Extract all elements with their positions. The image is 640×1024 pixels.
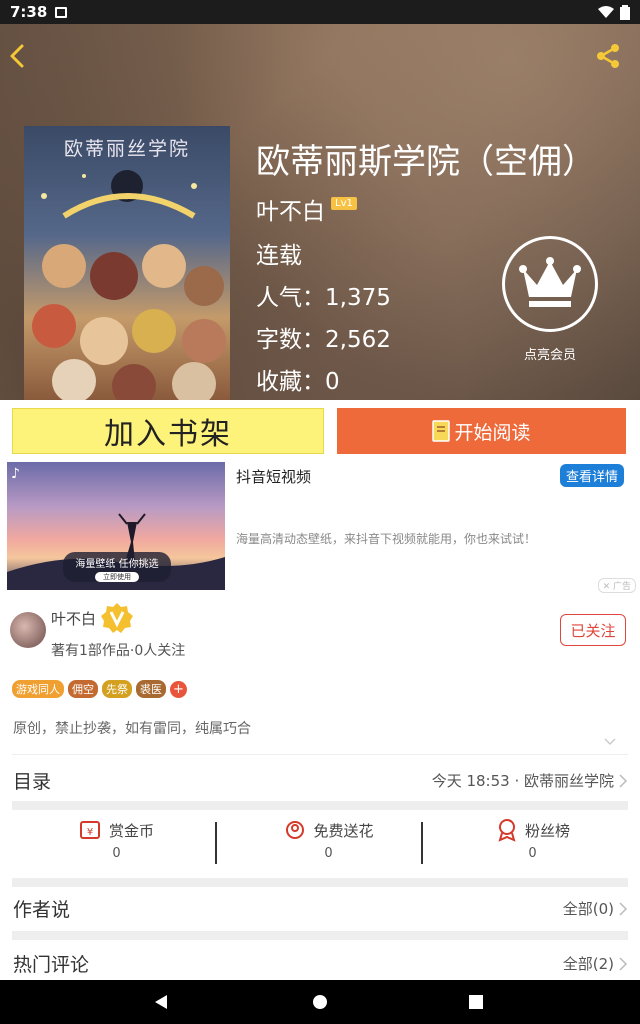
author-works: 著有1部作品·0人关注 [51, 643, 186, 659]
wifi-icon [598, 5, 614, 18]
start-reading-label: 开始阅读 [454, 421, 531, 444]
book-icon [432, 420, 451, 442]
ad-detail-button[interactable]: 查看详情 [559, 464, 624, 487]
ad-banner[interactable]: ♪ 海量壁纸 任你挑选 立即使用 抖音短视频 查看详情 海量高清动态壁纸，来抖音… [0, 462, 640, 596]
stats-bar: ¥ 赏金币 0 免费送花 0 粉丝榜 0 [0, 810, 640, 878]
stat-label: 免费送花 [313, 821, 374, 840]
book-title: 欧蒂丽斯学院（空佣） [256, 142, 596, 182]
crown-icon [519, 257, 581, 307]
back-icon[interactable] [6, 42, 30, 70]
author-says-all[interactable]: 全部(0) [563, 898, 628, 919]
hot-comments-row[interactable]: 热门评论 全部(2) [0, 940, 640, 980]
ad-overlay: 海量壁纸 任你挑选 立即使用 [63, 552, 171, 582]
flower-icon [286, 821, 305, 839]
hot-comments-label: 热门评论 [13, 954, 90, 976]
book-word-count: 字数：2,562 [256, 327, 391, 353]
reward-coin-button[interactable]: ¥ 赏金币 0 [10, 818, 223, 861]
status-icons [598, 4, 630, 20]
svg-text:¥: ¥ [87, 827, 93, 838]
hot-comments-count: 全部(2) [562, 955, 614, 973]
reward-coin-icon: ¥ [79, 821, 100, 839]
hot-comments-all[interactable]: 全部(2) [563, 953, 628, 974]
stat-label: 粉丝榜 [524, 821, 570, 840]
stat-separator [215, 822, 217, 864]
tag-item[interactable]: 裘医 [136, 680, 166, 698]
start-reading-button[interactable]: 开始阅读 [337, 408, 626, 454]
section-divider [12, 878, 628, 887]
section-divider [12, 801, 628, 810]
catalog-row[interactable]: 目录 今天 18:53 · 欧蒂丽丝学院 [0, 757, 640, 801]
vip-button[interactable]: 点亮会员 [500, 236, 600, 363]
book-cover[interactable]: 欧蒂丽丝学院 [24, 126, 230, 400]
stat-value: 0 [324, 846, 333, 861]
status-time: 7:38 [10, 3, 48, 21]
author-says-label: 作者说 [13, 899, 71, 921]
level-badge: Lv1 [331, 196, 357, 210]
ad-overlay-text: 海量壁纸 任你挑选 [75, 559, 159, 570]
ad-mark[interactable]: ✕ 广告 [597, 578, 636, 593]
chevron-right-icon [619, 773, 628, 788]
nav-back-icon[interactable] [153, 994, 169, 1010]
tag-item[interactable]: 佣空 [68, 680, 98, 698]
author-says-count: 全部(0) [562, 900, 614, 918]
vip-circle [502, 236, 598, 332]
book-popularity: 人气：1,375 [256, 285, 391, 311]
stat-separator [421, 822, 423, 864]
tag-list: 游戏同人 佣空 先祭 裘医 + [12, 680, 187, 698]
stat-value: 0 [112, 846, 121, 861]
book-description: 原创，禁止抄袭，如有雷同，纯属巧合 [13, 721, 251, 737]
verified-v-icon [101, 603, 133, 633]
send-flower-button[interactable]: 免费送花 0 [222, 818, 435, 861]
author-row[interactable]: 叶不白 Lv1 [256, 192, 357, 226]
add-to-shelf-button[interactable]: 加入书架 [12, 408, 324, 454]
battery-icon [620, 4, 630, 20]
catalog-label: 目录 [13, 771, 52, 793]
tag-item[interactable]: 游戏同人 [12, 680, 64, 698]
author-name-secondary[interactable]: 叶不白 [51, 608, 96, 629]
nav-home-icon[interactable] [312, 994, 328, 1010]
medal-icon [498, 819, 516, 842]
nav-recents-icon[interactable] [468, 994, 484, 1010]
image-notification-icon [55, 6, 68, 18]
follow-button[interactable]: 已关注 [560, 614, 626, 646]
ad-description: 海量高清动态壁纸，来抖音下视频就能用，你也来试试！ [236, 532, 537, 546]
author-name[interactable]: 叶不白 [256, 192, 325, 226]
ad-image[interactable]: ♪ 海量壁纸 任你挑选 立即使用 [7, 462, 225, 590]
catalog-latest[interactable]: 今天 18:53 · 欧蒂丽丝学院 [432, 770, 628, 791]
add-tag-button[interactable]: + [170, 680, 187, 698]
system-nav-bar [0, 980, 640, 1024]
catalog-latest-text: 今天 18:53 · 欧蒂丽丝学院 [431, 772, 614, 790]
avatar[interactable] [10, 612, 46, 648]
book-header: 欧蒂丽丝学院 欧蒂丽斯学院（空佣） 叶不白 Lv1 连载 人气：1,375 字数… [0, 24, 640, 400]
chevron-right-icon [619, 901, 628, 916]
stat-value: 0 [528, 846, 537, 861]
section-divider [12, 931, 628, 940]
status-bar: 7:38 [0, 0, 640, 24]
vip-label: 点亮会员 [523, 348, 576, 363]
author-says-row[interactable]: 作者说 全部(0) [0, 887, 640, 931]
ad-mark-label: 广告 [612, 582, 631, 592]
ad-title[interactable]: 抖音短视频 [236, 466, 311, 487]
book-status: 连载 [256, 243, 302, 269]
chevron-right-icon [619, 956, 628, 971]
divider [12, 754, 628, 755]
ad-overlay-button[interactable]: 立即使用 [95, 572, 139, 582]
stat-label: 赏金币 [108, 821, 154, 840]
fan-ranking-button[interactable]: 粉丝榜 0 [426, 818, 639, 861]
book-favorites: 收藏：0 [256, 369, 340, 395]
expand-chevron-icon[interactable] [604, 738, 616, 746]
cover-illustration [32, 170, 226, 400]
tag-item[interactable]: 先祭 [102, 680, 132, 698]
ad-close-icon[interactable]: ✕ [603, 582, 611, 592]
share-icon[interactable] [594, 42, 622, 70]
